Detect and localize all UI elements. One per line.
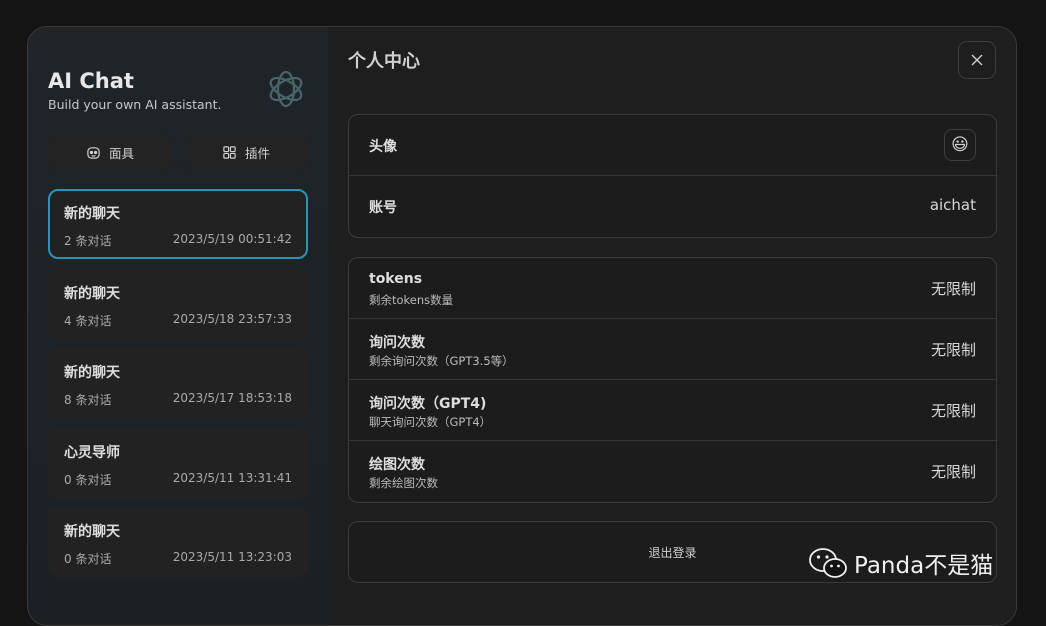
quota-value: 无限制 <box>930 280 976 298</box>
openai-logo-icon <box>269 70 303 108</box>
wechat-icon <box>809 548 847 578</box>
mask-icon <box>87 146 100 159</box>
plugin-button-label: 插件 <box>244 145 270 161</box>
quota-card: tokens 剩余tokens数量 无限制 询问次数 剩余询问次数（GPT3.5… <box>348 257 997 503</box>
chat-item[interactable]: 新的聊天 4 条对话 2023/5/18 23:57:33 <box>48 268 308 339</box>
account-value: aichat <box>929 196 976 214</box>
quota-subtitle: 聊天询问次数（GPT4） <box>369 415 492 429</box>
quota-title: 绘图次数 <box>369 457 425 473</box>
quota-title: tokens <box>369 271 423 287</box>
chat-item[interactable]: 新的聊天 8 条对话 2023/5/17 18:53:18 <box>48 348 308 418</box>
chat-title: 新的聊天 <box>64 365 120 381</box>
chat-timestamp: 2023/5/17 18:53:18 <box>172 391 292 405</box>
quota-title: 询问次数 <box>369 335 425 351</box>
quota-subtitle: 剩余询问次数（GPT3.5等） <box>369 354 514 368</box>
quota-value: 无限制 <box>930 341 976 359</box>
profile-panel: 个人中心 头像 😃 账号 aichat tokens 剩余tokens数量 无限… <box>328 27 1016 625</box>
chat-timestamp: 2023/5/19 00:51:42 <box>172 232 292 246</box>
chat-item[interactable]: 新的聊天 0 条对话 2023/5/11 13:23:03 <box>48 507 308 577</box>
chat-timestamp: 2023/5/18 23:57:33 <box>172 311 292 326</box>
chat-timestamp: 2023/5/11 13:23:03 <box>172 550 292 564</box>
chat-timestamp: 2023/5/11 13:31:41 <box>172 470 292 485</box>
chat-title: 新的聊天 <box>64 285 120 302</box>
avatar-label: 头像 <box>369 139 397 155</box>
quota-value: 无限制 <box>930 402 976 420</box>
quota-value: 无限制 <box>930 463 976 481</box>
chat-title: 心灵导师 <box>64 444 120 461</box>
account-card: 头像 😃 账号 aichat <box>348 114 997 238</box>
chat-message-count: 0 条对话 <box>64 472 112 487</box>
chat-list: 新的聊天 2 条对话 2023/5/19 00:51:42 新的聊天 4 条对话… <box>48 189 308 587</box>
mask-button[interactable]: 面具 <box>48 134 172 170</box>
quota-subtitle: 剩余绘图次数 <box>369 476 438 490</box>
chat-message-count: 0 条对话 <box>64 552 112 566</box>
quota-row-tokens: tokens 剩余tokens数量 无限制 <box>349 258 996 319</box>
app-subtitle: Build your own AI assistant. <box>48 97 222 112</box>
chat-message-count: 4 条对话 <box>64 313 112 328</box>
app-window: AI Chat Build your own AI assistant. 面具 <box>27 26 1017 626</box>
account-label: 账号 <box>369 200 397 216</box>
avatar-button[interactable]: 😃 <box>944 129 976 161</box>
chat-item[interactable]: 新的聊天 2 条对话 2023/5/19 00:51:42 <box>48 189 308 259</box>
watermark: Panda不是猫 <box>808 546 993 580</box>
quota-row-queries: 询问次数 剩余询问次数（GPT3.5等） 无限制 <box>349 319 996 380</box>
quota-title: 询问次数（GPT4) <box>369 396 487 412</box>
chat-item[interactable]: 心灵导师 0 条对话 2023/5/11 13:31:41 <box>48 427 308 498</box>
chat-title: 新的聊天 <box>64 206 120 222</box>
plugin-button[interactable]: 插件 <box>183 134 309 170</box>
quota-row-drawing: 绘图次数 剩余绘图次数 无限制 <box>349 441 996 502</box>
close-icon <box>971 54 983 66</box>
quota-row-gpt4: 询问次数（GPT4) 聊天询问次数（GPT4） 无限制 <box>349 380 996 441</box>
page-title: 个人中心 <box>348 51 420 72</box>
chat-title: 新的聊天 <box>64 524 120 540</box>
app-title: AI Chat <box>48 69 134 93</box>
sidebar: AI Chat Build your own AI assistant. 面具 <box>28 27 328 625</box>
avatar-row: 头像 😃 <box>349 115 996 176</box>
mask-button-label: 面具 <box>108 145 134 161</box>
quota-subtitle: 剩余tokens数量 <box>369 293 454 307</box>
watermark-text: Panda不是猫 <box>854 553 994 579</box>
close-button[interactable] <box>958 41 996 79</box>
chat-message-count: 2 条对话 <box>64 234 112 248</box>
grid-icon <box>223 145 236 159</box>
chat-message-count: 8 条对话 <box>64 393 112 407</box>
account-row: 账号 aichat <box>349 176 996 237</box>
